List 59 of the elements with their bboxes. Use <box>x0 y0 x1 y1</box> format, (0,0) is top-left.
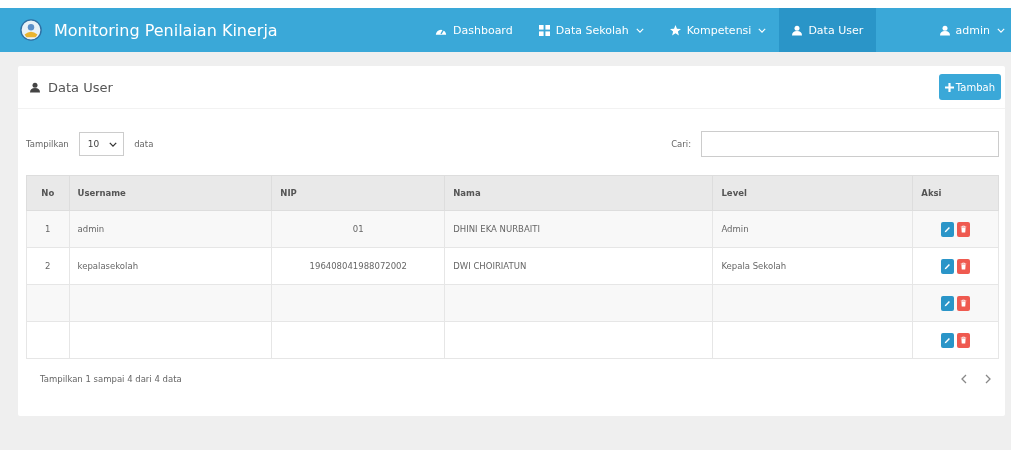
edit-button[interactable] <box>941 332 955 348</box>
user-icon <box>939 24 950 36</box>
add-button[interactable]: Tambah <box>938 74 1001 100</box>
column-header: Level <box>712 175 913 211</box>
chevron-left-icon <box>961 374 967 384</box>
pencil-icon <box>944 299 952 307</box>
caret-icon <box>997 27 1005 33</box>
search-field[interactable] <box>701 131 999 157</box>
edit-button[interactable] <box>941 221 955 237</box>
table-cell: DWI CHOIRIATUN <box>453 261 527 271</box>
caret-icon <box>109 141 118 147</box>
plus-icon <box>944 82 954 92</box>
edit-button[interactable] <box>941 295 955 311</box>
trash-icon <box>960 336 968 344</box>
delete-button[interactable] <box>957 221 971 237</box>
table-cell: 01 <box>352 224 364 234</box>
nav-item[interactable]: Data Sekolah <box>525 8 657 52</box>
page-size-select[interactable]: 10 <box>78 132 125 156</box>
delete-button[interactable] <box>957 295 971 311</box>
trash-icon <box>960 299 968 307</box>
next-page-button[interactable] <box>983 372 993 386</box>
star-icon <box>669 24 681 36</box>
pencil-icon <box>944 262 952 270</box>
column-header: Aksi <box>912 175 999 211</box>
column-header: Username <box>69 175 272 211</box>
nav-item[interactable]: Data User <box>779 8 877 52</box>
table-cell: kepalasekolah <box>77 261 139 271</box>
nav-item[interactable]: Kompetensi <box>656 8 780 52</box>
table-cell: Kepala Sekolah <box>721 261 787 271</box>
trash-icon <box>960 262 968 270</box>
search-label: Cari: <box>671 139 691 149</box>
column-header: Nama <box>444 175 713 211</box>
table-cell: Admin <box>721 224 749 234</box>
trash-icon <box>960 225 968 233</box>
show-suffix: data <box>134 139 154 149</box>
emblem-icon <box>20 19 42 41</box>
column-header: NIP <box>271 175 445 211</box>
grid-icon <box>538 24 550 36</box>
table-cell: admin <box>77 224 105 234</box>
column-header: No <box>26 175 70 211</box>
table-cell: 2 <box>45 261 51 271</box>
table-cell: 1 <box>45 224 51 234</box>
table-cell: DHINI EKA NURBAITI <box>453 224 540 234</box>
delete-button[interactable] <box>957 332 971 348</box>
user-menu[interactable]: admin <box>926 8 1011 52</box>
user-icon <box>792 24 803 36</box>
edit-button[interactable] <box>941 258 955 274</box>
pencil-icon <box>944 225 952 233</box>
show-label: Tampilkan <box>26 139 69 149</box>
panel-title: Data User <box>48 79 113 95</box>
delete-button[interactable] <box>957 258 971 274</box>
nav-item[interactable]: Dashboard <box>422 8 526 52</box>
table-cell: 196408041988072002 <box>309 261 407 271</box>
table-info: Tampilkan 1 sampai 4 dari 4 data <box>40 374 182 384</box>
user-icon <box>30 81 40 93</box>
app-title: Monitoring Penilaian Kinerja <box>54 20 278 40</box>
previous-page-button[interactable] <box>959 372 969 386</box>
chevron-right-icon <box>985 374 991 384</box>
pencil-icon <box>944 336 952 344</box>
